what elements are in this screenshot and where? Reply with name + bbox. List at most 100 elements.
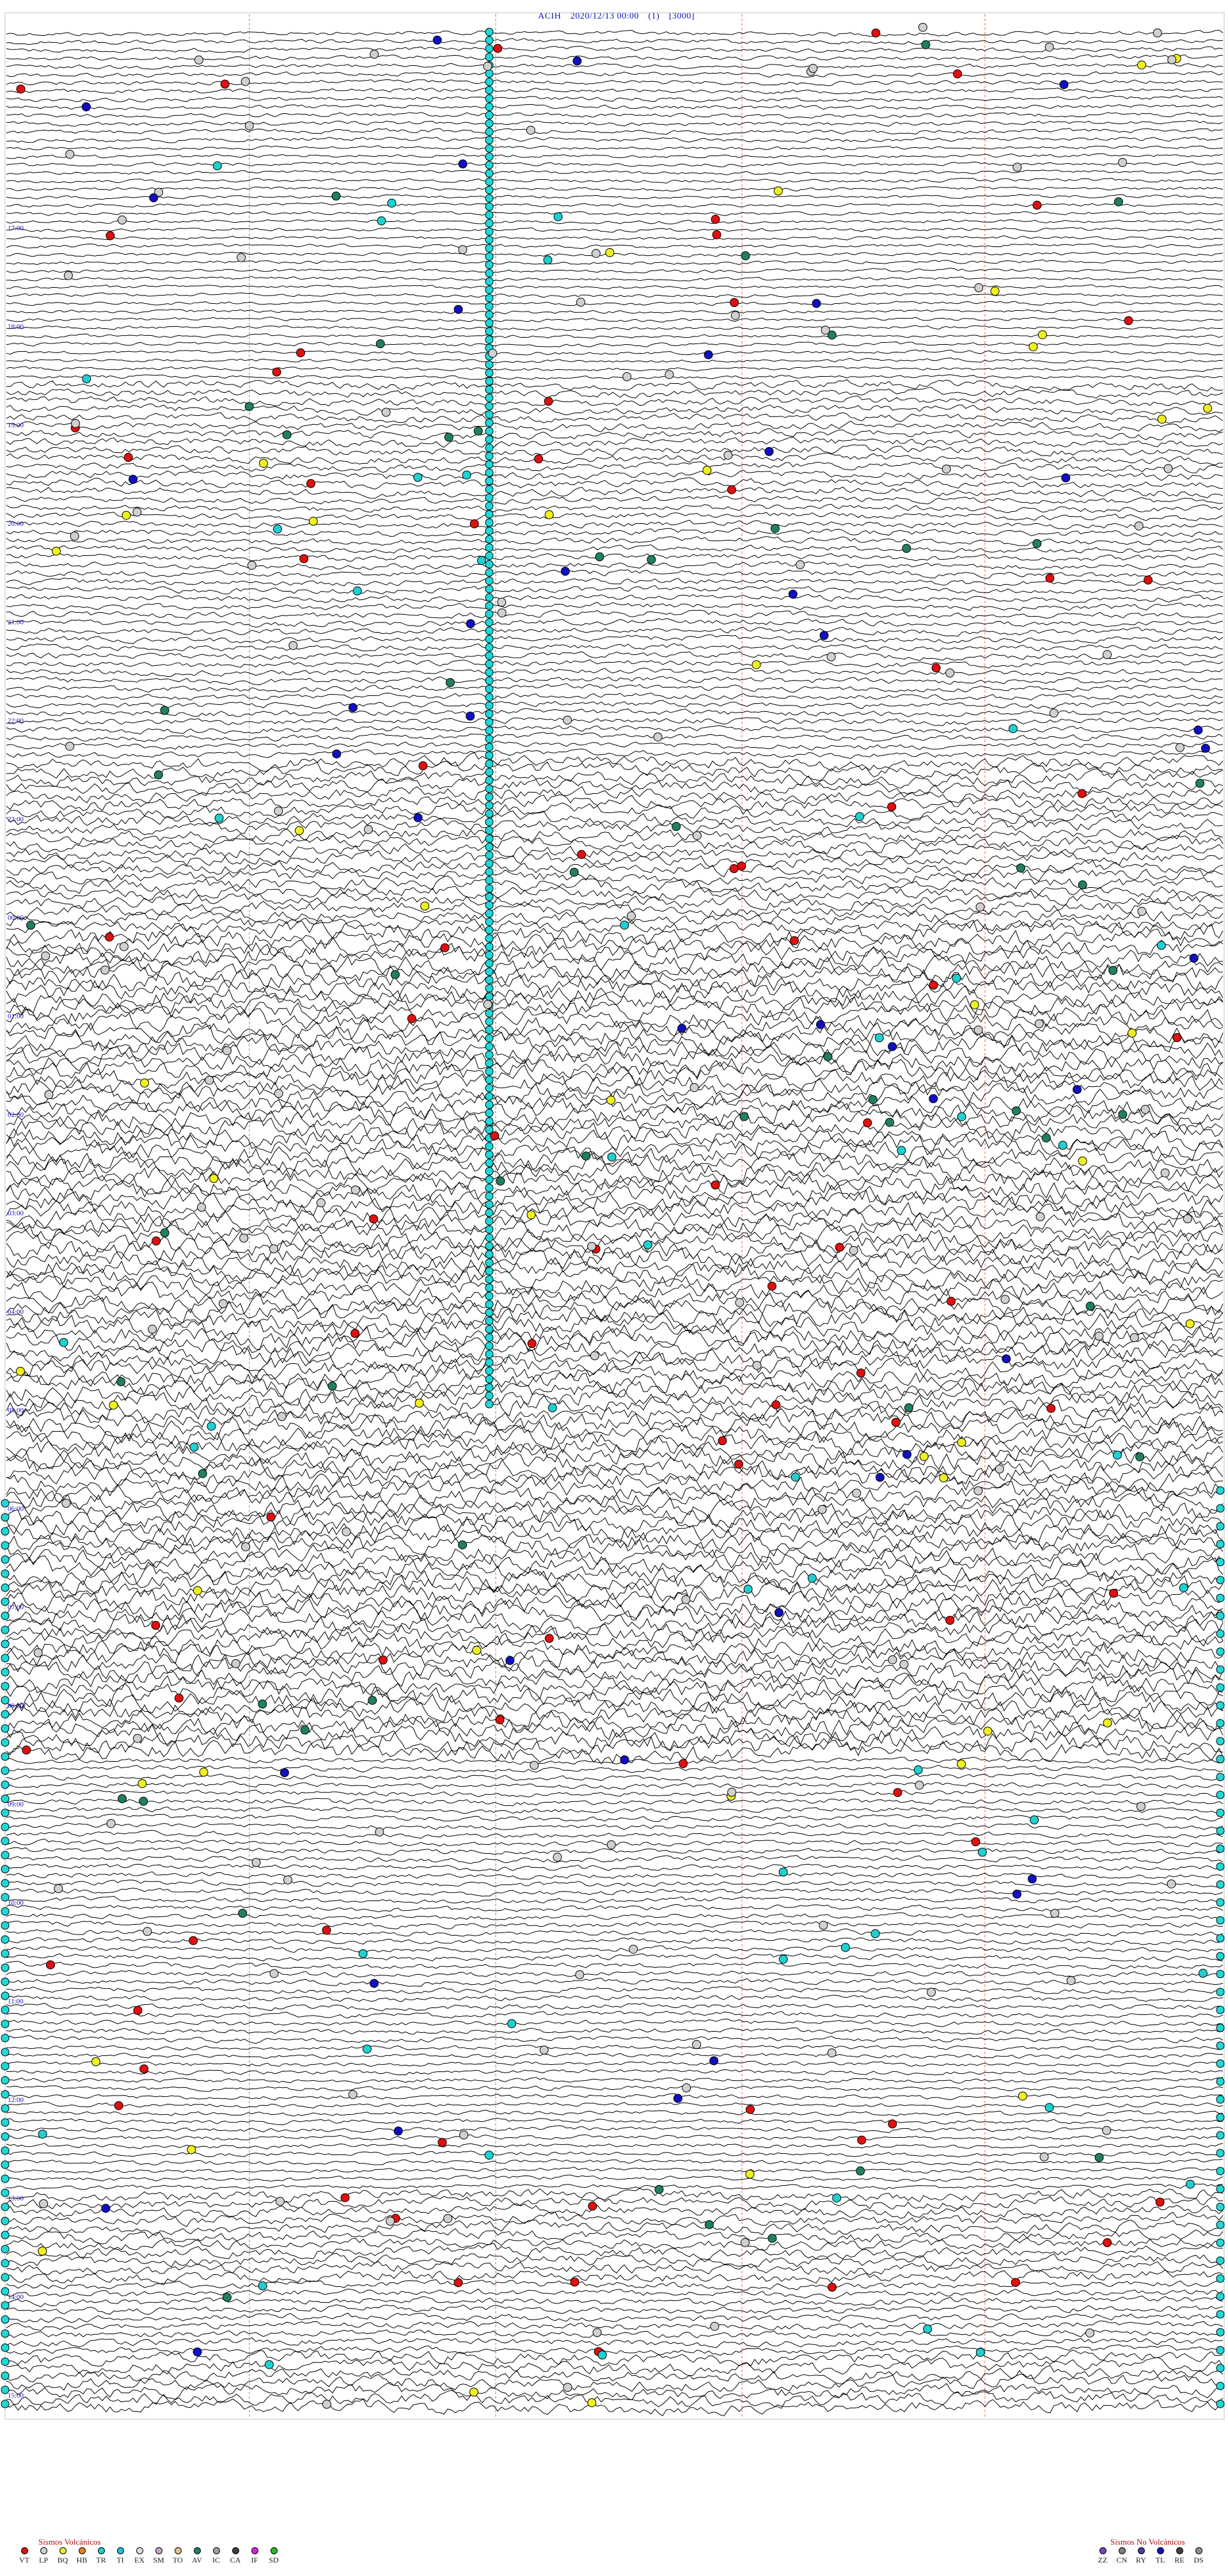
event-marker-icon — [476, 556, 486, 565]
event-marker-icon — [526, 1210, 536, 1220]
event-marker-icon — [1, 2273, 10, 2282]
event-marker-icon — [100, 965, 110, 975]
event-marker-icon — [1, 2104, 10, 2113]
hour-labels: 17:00 18:00 19:00 20:00 21:00 22:00 23:00 00:00… — [8, 225, 24, 2399]
event-marker-icon — [485, 1092, 494, 1101]
event-marker-icon — [1216, 2310, 1225, 2319]
event-marker-icon — [553, 212, 563, 221]
event-marker-icon — [114, 2101, 123, 2110]
event-marker-icon — [240, 77, 250, 86]
trace-line — [6, 2211, 1224, 2227]
event-marker-icon — [855, 812, 864, 821]
event-marker-icon — [485, 460, 494, 469]
event-marker-icon — [1167, 55, 1177, 65]
event-marker-icon — [1044, 2103, 1054, 2112]
event-marker-icon — [288, 641, 298, 651]
event-marker-icon — [654, 2185, 664, 2194]
trace-line — [6, 1704, 1224, 1734]
event-marker-icon — [106, 1819, 116, 1828]
event-marker-icon — [209, 1174, 219, 1183]
legend-volcanic-tr: TR — [93, 2547, 109, 2564]
event-marker-icon — [485, 310, 494, 319]
event-marker-icon — [466, 711, 475, 721]
event-marker-icon — [485, 77, 494, 86]
event-marker-icon — [1216, 1504, 1225, 1513]
event-marker-icon — [1216, 1898, 1225, 1907]
event-marker-icon — [1216, 2131, 1225, 2140]
trace-line — [6, 908, 1224, 926]
event-marker-icon — [485, 1242, 494, 1251]
event-marker-icon — [485, 1117, 494, 1126]
legend-code: LP — [38, 2556, 48, 2564]
event-marker-icon — [1, 2287, 10, 2296]
trace-line — [6, 1847, 1224, 1856]
event-marker-icon — [774, 1608, 783, 1617]
event-marker-icon — [82, 374, 91, 384]
trace-line — [6, 2174, 1224, 2182]
legend-code: ZZ — [1098, 2556, 1108, 2564]
event-marker-icon — [821, 326, 830, 335]
event-marker-icon — [485, 1050, 494, 1059]
legend-code: BQ — [57, 2556, 68, 2564]
event-marker-icon — [485, 518, 494, 527]
legend-code: AV — [192, 2556, 202, 2564]
event-marker-icon — [575, 1970, 585, 1979]
event-marker-icon — [485, 418, 494, 427]
event-marker-icon — [929, 1094, 938, 1103]
legend-volcanic-hb: HB — [74, 2547, 90, 2564]
event-marker-icon — [152, 1237, 161, 1245]
event-marker-icon — [1, 1724, 10, 1733]
event-marker-icon — [332, 749, 342, 759]
trace-line — [6, 1641, 1224, 1669]
legend-code: CA — [230, 2556, 241, 2564]
event-marker-icon — [970, 1000, 979, 1009]
event-marker-icon — [1066, 1976, 1076, 1986]
trace-line — [6, 1855, 1224, 1864]
event-marker-icon — [187, 2145, 196, 2154]
event-marker-icon — [322, 2399, 331, 2409]
event-marker-icon — [1102, 2126, 1112, 2135]
event-marker-icon — [870, 1929, 880, 1938]
trace-line — [6, 341, 1224, 347]
event-marker-icon — [485, 302, 494, 311]
event-marker-icon — [1155, 2197, 1165, 2207]
event-marker-icon — [485, 1009, 494, 1018]
trace-line — [6, 2373, 1224, 2392]
event-marker-icon — [1, 2231, 10, 2240]
event-marker-icon — [485, 842, 494, 851]
trace-line — [6, 601, 1224, 612]
event-marker-icon — [1216, 1647, 1225, 1656]
event-marker-icon — [160, 706, 169, 715]
event-marker-icon — [485, 1183, 494, 1192]
trace-line — [6, 569, 1224, 579]
event-marker-icon — [1134, 521, 1144, 531]
event-marker-icon — [1, 1527, 10, 1536]
event-marker-icon — [485, 1158, 494, 1167]
event-marker-icon — [485, 859, 494, 868]
trace-line — [6, 643, 1224, 652]
trace-line — [6, 778, 1224, 796]
event-marker-icon — [975, 2348, 985, 2357]
event-marker-icon — [483, 1000, 492, 1009]
event-marker-icon — [1, 1963, 10, 1972]
legend-dot-icon — [20, 2547, 28, 2554]
event-marker-icon — [485, 327, 494, 336]
event-marker-icon — [1216, 1522, 1225, 1531]
event-marker-icon — [485, 102, 494, 111]
event-marker-icon — [1039, 2152, 1049, 2161]
event-marker-icon — [790, 936, 799, 945]
event-marker-icon — [819, 631, 829, 640]
event-marker-icon — [1, 2399, 10, 2408]
event-marker-icon — [971, 1837, 980, 1847]
event-marker-icon — [485, 1375, 494, 1384]
event-marker-icon — [629, 1945, 638, 1954]
event-marker-icon — [587, 2398, 597, 2408]
event-marker-icon — [52, 546, 61, 556]
event-marker-icon — [735, 1298, 744, 1308]
event-marker-icon — [420, 901, 430, 911]
event-marker-icon — [189, 1936, 198, 1945]
trace-line — [6, 717, 1224, 727]
event-marker-icon — [350, 1329, 360, 1338]
event-marker-icon — [274, 1089, 283, 1098]
event-marker-icon — [530, 1760, 539, 1770]
